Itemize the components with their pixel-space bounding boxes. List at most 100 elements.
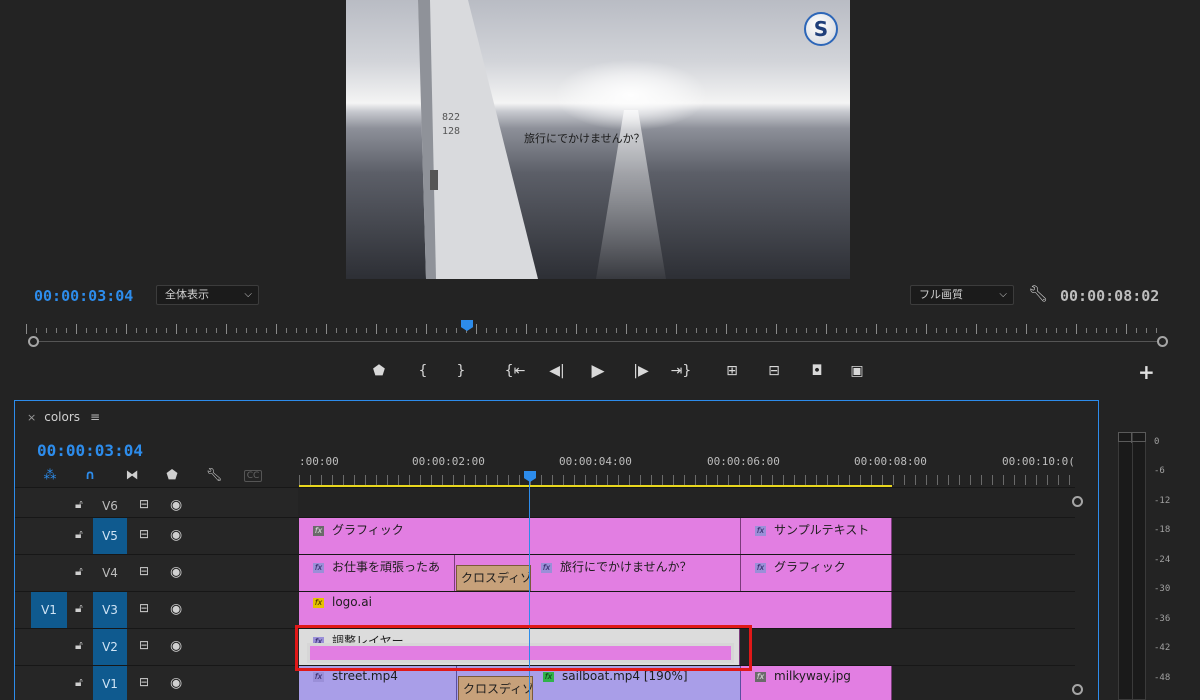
sync-lock-icon[interactable]: ⊟ — [139, 564, 149, 578]
highlight-annotation-box — [295, 625, 752, 671]
db-label: -36 — [1154, 614, 1171, 624]
sail-number-2: 128 — [442, 126, 460, 137]
captions-icon[interactable]: CC — [244, 470, 262, 482]
mark-out-button[interactable]: } — [449, 360, 473, 382]
source-patch-v1[interactable]: V1 — [31, 592, 67, 629]
go-to-in-button[interactable]: {⇤ — [503, 360, 527, 382]
add-marker-icon[interactable]: ⬟ — [161, 467, 183, 485]
step-back-button[interactable]: ◀| — [545, 360, 569, 382]
export-frame-button[interactable]: ◘ — [805, 360, 829, 382]
program-duration-timecode: 00:00:08:02 — [1060, 287, 1160, 305]
clip-oshigoto[interactable]: fx お仕事を頑張ったあ — [299, 555, 455, 591]
sync-lock-icon[interactable]: ⊟ — [139, 527, 149, 541]
track-header-v1: 🔓︎ V1 ⊟ ◉ — [15, 666, 298, 700]
sync-lock-icon[interactable]: ⊟ — [139, 675, 149, 689]
mark-in-icon: { — [418, 363, 428, 379]
sailboat-sail: 822 128 — [418, 0, 538, 279]
program-current-timecode[interactable]: 00:00:03:04 — [34, 287, 133, 305]
program-zoom-scrollbar[interactable] — [34, 341, 1163, 342]
go-to-in-icon: {⇤ — [504, 363, 526, 379]
lock-icon[interactable]: 🔓︎ — [75, 527, 83, 542]
timeline-panel: × colors ≡ 00:00:03:04 ⁂ ∩ ⧓ ⬟ 🔧︎ CC :00:0… — [14, 400, 1099, 700]
step-forward-icon: |▶ — [633, 363, 649, 379]
chevron-down-icon: ⌵ — [999, 289, 1007, 300]
fx-badge-icon: fx — [313, 562, 324, 573]
button-editor-plus[interactable]: + — [1138, 360, 1155, 384]
comparison-view-button[interactable]: ▣ — [845, 360, 869, 382]
fx-badge-icon: fx — [541, 562, 552, 573]
eye-icon[interactable]: ◉ — [170, 564, 182, 580]
clip-street-mp4[interactable]: fx street.mp4 — [299, 666, 457, 700]
step-back-icon: ◀| — [549, 363, 565, 379]
zoom-scrollbar-left-handle[interactable] — [28, 336, 39, 347]
ruler-label: 00:00:08:00 — [854, 455, 927, 468]
clip-sample-text[interactable]: fx サンプルテキスト — [741, 518, 892, 554]
track-header-v3: V1 🔓︎ V3 ⊟ ◉ — [15, 592, 298, 629]
scrollbar-bottom-handle[interactable] — [1072, 684, 1083, 695]
transition-cross-dissolve[interactable]: クロスディゾ — [458, 676, 533, 700]
panel-menu-icon[interactable]: ≡ — [90, 410, 100, 424]
clip-label: サンプルテキスト — [774, 523, 870, 537]
sync-lock-icon[interactable]: ⊟ — [139, 601, 149, 615]
track-target-v4[interactable]: V4 — [93, 555, 127, 592]
db-label: -42 — [1154, 643, 1171, 653]
extract-button[interactable]: ⊟ — [762, 360, 786, 382]
play-button[interactable]: ▶ — [586, 360, 610, 382]
timeline-vertical-scrollbar[interactable] — [1072, 496, 1083, 700]
lock-icon[interactable]: 🔓︎ — [75, 638, 83, 653]
sequence-timecode[interactable]: 00:00:03:04 — [37, 441, 143, 460]
transition-cross-dissolve[interactable]: クロスディゾ — [456, 565, 531, 591]
audio-meter-peak-caps[interactable] — [1118, 432, 1146, 443]
timeline-time-ruler[interactable]: :00:00 00:00:02:00 00:00:04:00 00:00:06:… — [299, 453, 1075, 489]
lock-icon[interactable]: 🔓︎ — [75, 601, 83, 616]
nest-toggle-icon[interactable]: ⁂ — [39, 467, 61, 485]
zoom-dropdown[interactable]: 全体表示 ⌵ — [156, 285, 259, 305]
ruler-label: 00:00:02:00 — [412, 455, 485, 468]
timeline-tab[interactable]: × colors ≡ — [27, 410, 100, 424]
go-to-out-icon: ⇥} — [670, 363, 692, 379]
fx-badge-icon: fx — [543, 671, 554, 682]
timeline-settings-wrench-icon[interactable]: 🔧︎ — [203, 467, 225, 485]
sync-lock-icon[interactable]: ⊟ — [139, 638, 149, 652]
lock-icon[interactable]: 🔓︎ — [75, 675, 83, 690]
sync-lock-icon[interactable]: ⊟ — [139, 497, 149, 511]
db-label: -6 — [1154, 466, 1165, 476]
clip-graphic-2[interactable]: fx グラフィック — [741, 555, 892, 591]
snap-magnet-icon[interactable]: ∩ — [79, 467, 101, 485]
track-target-v1[interactable]: V1 — [93, 666, 127, 700]
eye-icon[interactable]: ◉ — [170, 638, 182, 654]
eye-icon[interactable]: ◉ — [170, 601, 182, 617]
scrollbar-top-handle[interactable] — [1072, 496, 1083, 507]
clip-milkyway-jpg[interactable]: fx milkyway.jpg — [741, 666, 892, 700]
eye-icon[interactable]: ◉ — [170, 497, 182, 513]
track-target-v5[interactable]: V5 — [93, 518, 127, 555]
step-forward-button[interactable]: |▶ — [629, 360, 653, 382]
program-time-ruler[interactable] — [26, 320, 1166, 334]
video-caption: 旅行にでかけませんか？ — [524, 132, 645, 145]
mark-in-button[interactable]: { — [411, 360, 435, 382]
audio-meter-bar — [1118, 432, 1146, 700]
clip-logo-ai[interactable]: fx logo.ai — [299, 592, 892, 628]
wrench-icon[interactable]: 🔧︎ — [1028, 284, 1048, 303]
lift-button[interactable]: ⊞ — [720, 360, 744, 382]
sail-number-1: 822 — [442, 112, 460, 123]
ruler-label: 00:00:04:00 — [559, 455, 632, 468]
quality-dropdown[interactable]: フル画質 ⌵ — [910, 285, 1014, 305]
lock-icon[interactable]: 🔓︎ — [75, 497, 83, 512]
db-label: 0 — [1154, 437, 1160, 447]
track-target-v3[interactable]: V3 — [93, 592, 127, 629]
chevron-down-icon: ⌵ — [244, 289, 252, 300]
eye-icon[interactable]: ◉ — [170, 527, 182, 543]
zoom-scrollbar-right-handle[interactable] — [1157, 336, 1168, 347]
clip-graphic[interactable]: fx グラフィック — [299, 518, 741, 554]
close-icon[interactable]: × — [27, 411, 36, 424]
linked-selection-icon[interactable]: ⧓ — [121, 467, 143, 485]
play-icon: ▶ — [591, 361, 605, 381]
add-marker-button[interactable]: ⬟ — [367, 360, 391, 382]
go-to-out-button[interactable]: ⇥} — [669, 360, 693, 382]
eye-icon[interactable]: ◉ — [170, 675, 182, 691]
db-label: -30 — [1154, 584, 1171, 594]
track-target-v2[interactable]: V2 — [93, 629, 127, 666]
db-label: -48 — [1154, 673, 1171, 683]
lock-icon[interactable]: 🔓︎ — [75, 564, 83, 579]
